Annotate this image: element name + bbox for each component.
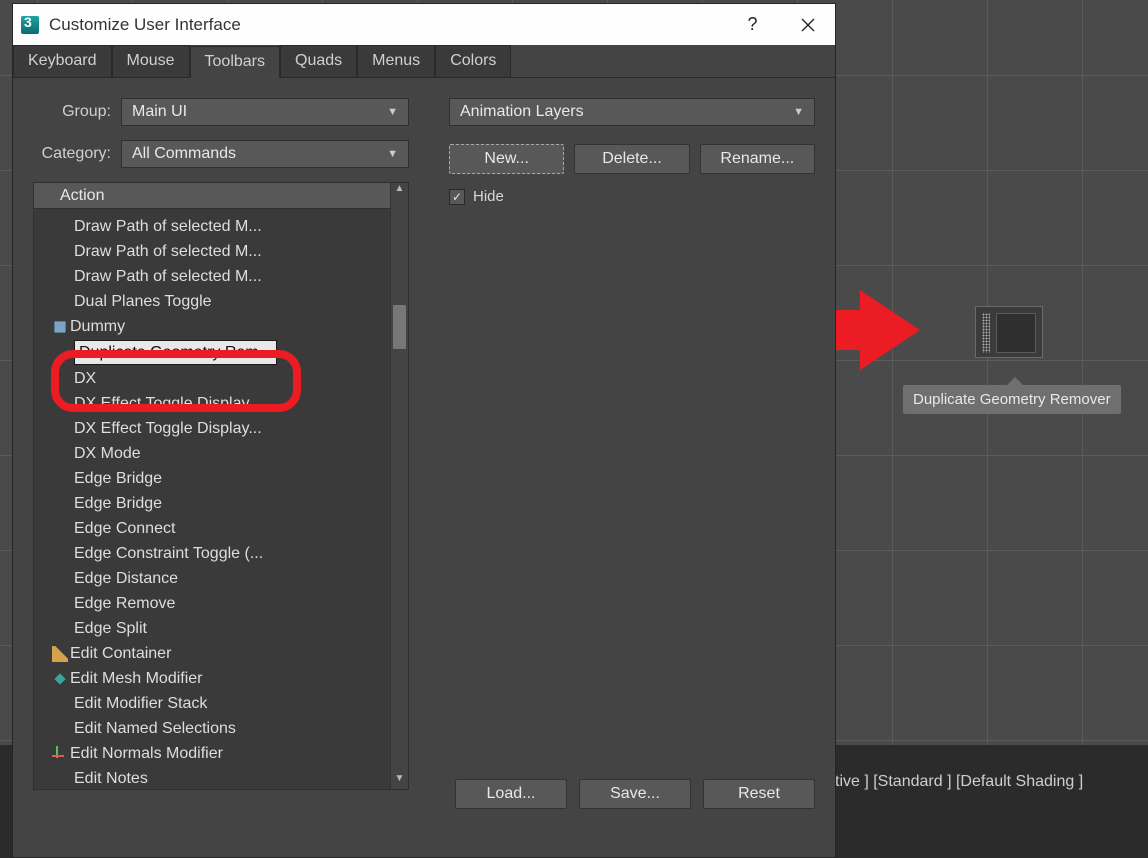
category-label: Category: [33, 145, 111, 163]
tab-mouse[interactable]: Mouse [112, 45, 190, 77]
action-item[interactable]: Edge Distance [34, 566, 390, 591]
action-item-label: Edit Container [70, 642, 171, 665]
action-item-label: Edit Normals Modifier [70, 742, 223, 765]
action-item[interactable]: Draw Path of selected M... [34, 264, 390, 289]
action-item[interactable]: DX [34, 366, 390, 391]
action-item-label: Edit Mesh Modifier [70, 667, 203, 690]
action-item[interactable]: Edge Constraint Toggle (... [34, 541, 390, 566]
help-button[interactable]: ? [725, 4, 780, 45]
floating-toolbar[interactable] [975, 306, 1043, 358]
action-item[interactable]: Dummy [34, 314, 390, 339]
action-item-label: Draw Path of selected M... [74, 240, 262, 263]
scroll-down-icon[interactable]: ▼ [391, 773, 408, 789]
tab-menus[interactable]: Menus [357, 45, 435, 77]
category-select-value: All Commands [132, 145, 236, 163]
chevron-down-icon: ▼ [387, 148, 398, 160]
action-item-label: Dummy [70, 315, 125, 338]
chevron-down-icon: ▼ [793, 106, 804, 118]
tab-keyboard[interactable]: Keyboard [13, 45, 112, 77]
action-item-label: DX Mode [74, 442, 141, 465]
pencil-icon [52, 646, 68, 662]
chevron-down-icon: ▼ [387, 106, 398, 118]
new-button[interactable]: New... [449, 144, 564, 174]
tooltip: Duplicate Geometry Remover [903, 385, 1121, 414]
category-select[interactable]: All Commands ▼ [121, 140, 409, 168]
action-item-label: Edit Notes [74, 767, 148, 789]
action-item-label: DX [74, 367, 96, 390]
action-item-label: Edge Distance [74, 567, 178, 590]
hide-checkbox[interactable]: ✓ [449, 189, 465, 205]
action-item[interactable]: DX Mode [34, 441, 390, 466]
action-item-label: Draw Path of selected M... [74, 215, 262, 238]
save-button[interactable]: Save... [579, 779, 691, 809]
tab-toolbars[interactable]: Toolbars [190, 46, 280, 78]
scroll-up-icon[interactable]: ▲ [391, 183, 408, 199]
action-item-label: Edge Bridge [74, 492, 162, 515]
axis-icon [52, 746, 68, 762]
hide-label: Hide [473, 188, 504, 205]
action-item[interactable]: Edge Remove [34, 591, 390, 616]
reset-button[interactable]: Reset [703, 779, 815, 809]
action-item[interactable]: Edit Normals Modifier [34, 741, 390, 766]
toolbar-select-value: Animation Layers [460, 103, 584, 121]
customize-ui-dialog: Customize User Interface ? KeyboardMouse… [12, 3, 836, 858]
titlebar[interactable]: Customize User Interface ? [13, 4, 835, 45]
scrollbar[interactable]: ▲ ▼ [390, 183, 408, 789]
tab-quads[interactable]: Quads [280, 45, 357, 77]
cube-icon [54, 321, 65, 332]
action-item[interactable]: Edge Bridge [34, 491, 390, 516]
tab-bar: KeyboardMouseToolbarsQuadsMenusColors [13, 45, 835, 78]
action-item-label: Draw Path of selected M... [74, 265, 262, 288]
window-title: Customize User Interface [49, 15, 725, 35]
action-item-label: Dual Planes Toggle [74, 290, 212, 313]
action-list-header[interactable]: Action [34, 183, 390, 209]
action-item[interactable]: Edge Bridge [34, 466, 390, 491]
close-icon [801, 18, 815, 32]
action-item[interactable]: Edit Modifier Stack [34, 691, 390, 716]
action-item[interactable]: Draw Path of selected M... [34, 239, 390, 264]
action-item[interactable]: Edge Connect [34, 516, 390, 541]
toolbar-select[interactable]: Animation Layers ▼ [449, 98, 815, 126]
action-item-label: Edge Constraint Toggle (... [74, 542, 263, 565]
action-item[interactable]: Draw Path of selected M... [34, 214, 390, 239]
group-label: Group: [33, 103, 111, 121]
close-button[interactable] [780, 4, 835, 45]
action-item[interactable]: Dual Planes Toggle [34, 289, 390, 314]
scroll-thumb[interactable] [393, 305, 406, 349]
action-item-label: Edge Remove [74, 592, 175, 615]
action-item[interactable]: Edit Container [34, 641, 390, 666]
diamond-icon [54, 673, 65, 684]
tab-colors[interactable]: Colors [435, 45, 511, 77]
action-item[interactable]: Edit Notes [34, 766, 390, 789]
action-item-label: Edit Named Selections [74, 717, 236, 740]
action-list: Action Draw Path of selected M...Draw Pa… [33, 182, 409, 790]
delete-button[interactable]: Delete... [574, 144, 689, 174]
toolbar-drag-handle[interactable] [982, 313, 990, 353]
viewport-status: tive ] [Standard ] [Default Shading ] [835, 773, 1140, 791]
action-item-label: DX Effect Toggle Display [74, 392, 250, 415]
action-item-label: Edge Bridge [74, 467, 162, 490]
group-select-value: Main UI [132, 103, 187, 121]
action-item[interactable]: DX Effect Toggle Display [34, 391, 390, 416]
action-item-label: Edge Connect [74, 517, 175, 540]
action-item-label: Edge Split [74, 617, 147, 640]
app-icon [21, 16, 39, 34]
action-item[interactable]: DX Effect Toggle Display... [34, 416, 390, 441]
toolbar-empty-slot[interactable] [996, 313, 1036, 353]
rename-button[interactable]: Rename... [700, 144, 815, 174]
group-select[interactable]: Main UI ▼ [121, 98, 409, 126]
action-item[interactable]: Edit Named Selections [34, 716, 390, 741]
action-item[interactable]: Edge Split [34, 616, 390, 641]
action-item-label: Duplicate Geometry Rem... [74, 340, 277, 365]
action-item-label: DX Effect Toggle Display... [74, 417, 262, 440]
action-item-label: Edit Modifier Stack [74, 692, 207, 715]
action-item[interactable]: Duplicate Geometry Rem... [34, 339, 390, 366]
action-item[interactable]: Edit Mesh Modifier [34, 666, 390, 691]
load-button[interactable]: Load... [455, 779, 567, 809]
